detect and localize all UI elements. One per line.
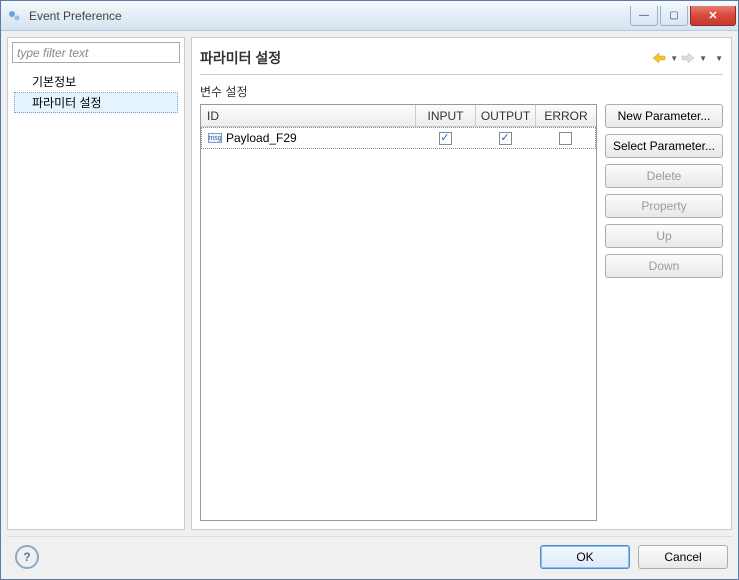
tree-item-parameter[interactable]: 파라미터 설정 (14, 92, 178, 113)
ok-button[interactable]: OK (540, 545, 630, 569)
select-parameter-button[interactable]: Select Parameter... (605, 134, 723, 158)
filter-input[interactable] (12, 42, 180, 63)
minimize-icon: — (639, 10, 649, 21)
help-button[interactable]: ? (15, 545, 39, 569)
divider (200, 74, 723, 75)
back-menu-icon[interactable]: ▼ (670, 54, 678, 63)
page-title: 파라미터 설정 (200, 48, 651, 68)
section-label: 변수 설정 (200, 83, 723, 100)
cancel-button[interactable]: Cancel (638, 545, 728, 569)
dialog-body: 기본정보 파라미터 설정 파라미터 설정 ▼ ▼ (1, 31, 738, 579)
checkbox-output[interactable] (499, 132, 512, 145)
arrow-left-icon (652, 52, 666, 64)
cell-output (475, 130, 535, 147)
new-parameter-button[interactable]: New Parameter... (605, 104, 723, 128)
main-row: ID INPUT OUTPUT ERROR msg Payload_F29 (200, 104, 723, 521)
content-area: 기본정보 파라미터 설정 파라미터 설정 ▼ ▼ (7, 37, 732, 530)
help-icon: ? (23, 550, 30, 564)
table-row[interactable]: msg Payload_F29 (201, 127, 596, 149)
tree: 기본정보 파라미터 설정 (8, 67, 184, 117)
cell-error (535, 130, 595, 147)
left-panel: 기본정보 파라미터 설정 (7, 37, 185, 530)
minimize-button[interactable]: — (630, 6, 658, 26)
app-icon (7, 8, 23, 24)
page-header: 파라미터 설정 ▼ ▼ ▼ (200, 44, 723, 72)
maximize-button[interactable]: ▢ (660, 6, 688, 26)
col-header-id[interactable]: ID (201, 105, 416, 126)
footer: ? OK Cancel (7, 536, 732, 573)
table-header: ID INPUT OUTPUT ERROR (201, 105, 596, 127)
col-header-error[interactable]: ERROR (536, 105, 596, 126)
right-panel: 파라미터 설정 ▼ ▼ ▼ 변수 설정 (191, 37, 732, 530)
col-header-input[interactable]: INPUT (416, 105, 476, 126)
parameter-table: ID INPUT OUTPUT ERROR msg Payload_F29 (200, 104, 597, 521)
down-button[interactable]: Down (605, 254, 723, 278)
checkbox-error[interactable] (559, 132, 572, 145)
view-menu-icon[interactable]: ▼ (715, 54, 723, 63)
close-button[interactable]: ✕ (690, 6, 736, 26)
close-icon: ✕ (708, 9, 717, 22)
button-column: New Parameter... Select Parameter... Del… (605, 104, 723, 521)
forward-button[interactable] (680, 50, 696, 66)
up-button[interactable]: Up (605, 224, 723, 248)
row-id-text: Payload_F29 (226, 131, 297, 145)
cell-input (415, 130, 475, 147)
back-button[interactable] (651, 50, 667, 66)
tree-item-basic[interactable]: 기본정보 (14, 71, 178, 92)
checkbox-input[interactable] (439, 132, 452, 145)
arrow-right-icon (681, 52, 695, 64)
window: Event Preference — ▢ ✕ 기본정보 파라미터 설정 파라미터… (0, 0, 739, 580)
msg-icon: msg (208, 133, 222, 143)
cell-id: msg Payload_F29 (202, 129, 415, 147)
forward-menu-icon[interactable]: ▼ (699, 54, 707, 63)
delete-button[interactable]: Delete (605, 164, 723, 188)
property-button[interactable]: Property (605, 194, 723, 218)
window-controls: — ▢ ✕ (630, 6, 736, 26)
maximize-icon: ▢ (669, 10, 678, 21)
nav-arrows: ▼ ▼ ▼ (651, 50, 723, 66)
table-body: msg Payload_F29 (201, 127, 596, 520)
col-header-output[interactable]: OUTPUT (476, 105, 536, 126)
window-title: Event Preference (29, 9, 630, 23)
titlebar: Event Preference — ▢ ✕ (1, 1, 738, 31)
